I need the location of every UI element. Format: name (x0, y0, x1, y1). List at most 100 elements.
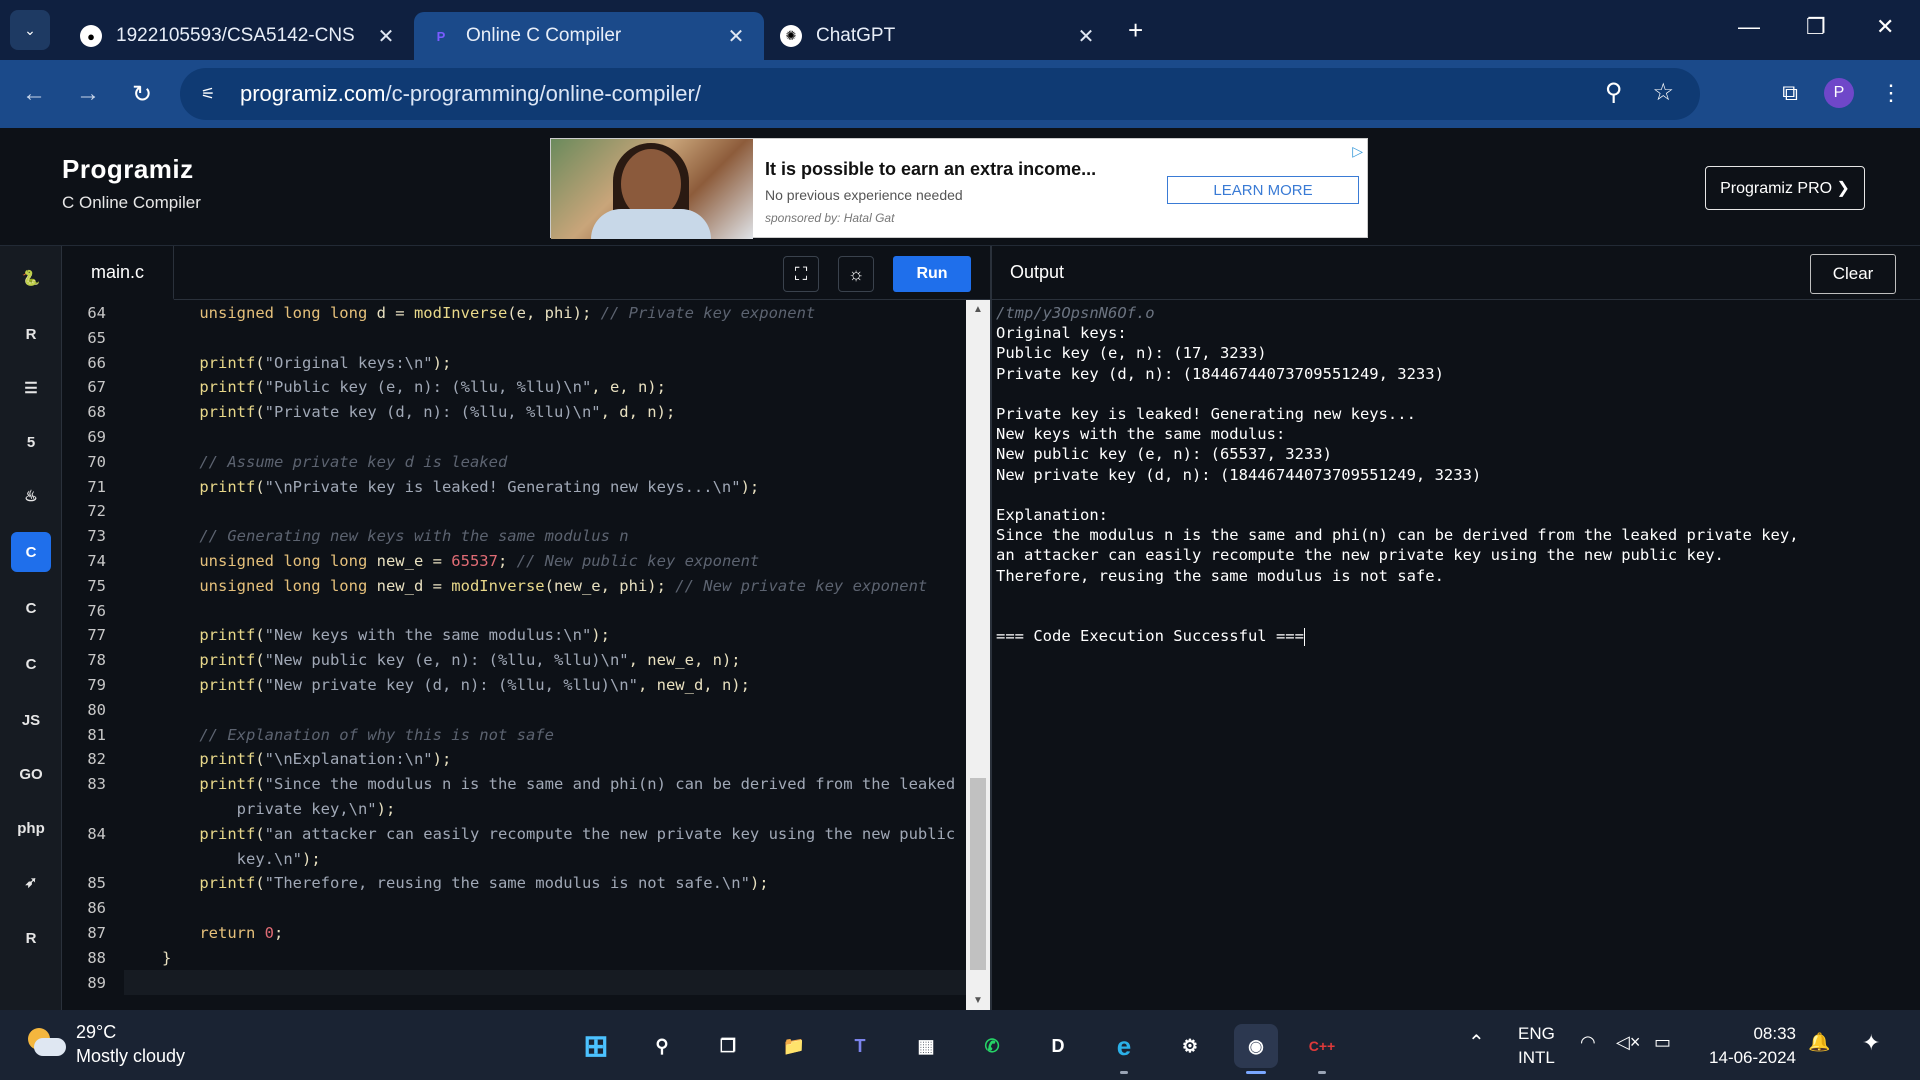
edge-icon[interactable]: e (1102, 1024, 1146, 1074)
panel-divider[interactable] (990, 246, 992, 1010)
line-number: 69 (87, 428, 106, 446)
restore-icon[interactable]: ❐ (1806, 14, 1826, 40)
ad-learn-more-button[interactable]: LEARN MORE (1167, 176, 1359, 204)
windows-start-icon[interactable]: ⊞ (574, 1024, 618, 1068)
tab-title: ChatGPT (816, 25, 896, 46)
new-tab-plus-icon[interactable]: + (1128, 15, 1143, 46)
output-line: an attacker can easily recompute the new… (996, 546, 1724, 565)
line-number: 79 (87, 676, 106, 694)
devcpp-icon[interactable]: C++ (1300, 1024, 1344, 1074)
weather-cloudy-icon[interactable] (26, 1028, 66, 1058)
editor-scrollbar[interactable]: ▲ ▼ (966, 300, 990, 1010)
tab-search-chevron-icon[interactable]: ⌄ (10, 10, 50, 50)
settings-app-icon[interactable]: ⚙ (1168, 1024, 1212, 1068)
text-caret (1303, 627, 1305, 646)
battery-icon[interactable]: ▭ (1654, 1032, 1671, 1053)
chevron-up-icon[interactable]: ⌃ (1468, 1030, 1485, 1055)
html-icon[interactable]: 5 (11, 422, 51, 462)
wifi-icon[interactable]: ◠ (1580, 1032, 1596, 1053)
python-icon[interactable]: 🐍 (11, 258, 51, 298)
speaker-muted-icon[interactable]: ◁× (1616, 1032, 1640, 1053)
file-explorer-icon[interactable]: 📁 (772, 1024, 816, 1068)
output-line: Public key (e, n): (17, 3233) (996, 344, 1267, 363)
file-tab-main-c[interactable]: main.c (62, 246, 174, 300)
window-close-icon[interactable]: ✕ (1876, 14, 1894, 40)
task-view-icon[interactable]: ❐ (706, 1024, 750, 1068)
line-number: 84 (87, 824, 106, 843)
whatsapp-icon[interactable]: ✆ (970, 1024, 1014, 1068)
rust-icon[interactable]: R (11, 918, 51, 958)
reload-icon[interactable]: ↻ (122, 80, 162, 109)
fullscreen-icon[interactable]: ⛶ (783, 256, 819, 292)
code-line: unsigned long long new_d = modInverse(ne… (162, 576, 928, 595)
scroll-down-arrow-icon[interactable]: ▼ (966, 995, 990, 1006)
adchoices-icon[interactable]: ▷ (1352, 143, 1363, 160)
swift-icon[interactable]: ➶ (11, 862, 51, 902)
chatgpt-icon: ✺ (780, 25, 802, 47)
programiz-pro-button[interactable]: Programiz PRO ❯ (1705, 166, 1865, 210)
language-code: ENG (1518, 1024, 1555, 1043)
system-clock[interactable]: 08:33 14-06-2024 (1700, 1022, 1796, 1070)
omnibox-actions: ⚲ ☆ (1605, 78, 1674, 107)
code-line: key.\n"); (162, 849, 321, 868)
tab-chatgpt[interactable]: ✺ ChatGPT ✕ (764, 12, 1114, 60)
c-icon[interactable]: C (11, 532, 51, 572)
php-icon[interactable]: php (11, 808, 51, 848)
r-icon[interactable]: R (11, 314, 51, 354)
compiler-subtitle: C Online Compiler (62, 193, 201, 212)
theme-toggle-sun-icon[interactable]: ☼ (838, 256, 874, 292)
close-icon[interactable]: ✕ (724, 24, 748, 49)
back-arrow-icon[interactable]: ← (14, 80, 54, 108)
dell-icon[interactable]: D (1036, 1024, 1080, 1068)
chrome-icon[interactable]: ◉ (1234, 1024, 1278, 1074)
ad-sponsor: sponsored by: Hatal Gat (765, 211, 895, 225)
scroll-up-arrow-icon[interactable]: ▲ (966, 304, 990, 315)
search-icon[interactable]: ⚲ (640, 1024, 684, 1068)
close-icon[interactable]: ✕ (1074, 24, 1098, 49)
output-console[interactable]: /tmp/y3OpsnN6Of.o Original keys: Public ke… (996, 300, 1916, 1010)
brand[interactable]: Programiz C Online Compiler (62, 154, 201, 213)
forward-arrow-icon[interactable]: → (68, 80, 108, 108)
weather-temperature[interactable]: 29°C (76, 1022, 116, 1043)
line-number: 77 (87, 626, 106, 645)
zoom-icon[interactable]: ⚲ (1605, 78, 1623, 107)
notification-bell-icon[interactable]: 🔔 (1808, 1032, 1830, 1053)
line-number: 71 (87, 477, 106, 496)
scrollbar-thumb[interactable] (970, 778, 986, 970)
output-line: Private key is leaked! Generating new ke… (996, 405, 1416, 423)
advertisement-banner[interactable]: It is possible to earn an extra income..… (550, 138, 1368, 239)
minimize-icon[interactable]: — (1738, 14, 1760, 40)
code-line: printf("\nPrivate key is leaked! Generat… (162, 477, 760, 496)
tab-github[interactable]: ● 1922105593/CSA5142-CNS ✕ (64, 12, 414, 60)
current-line-highlight (124, 970, 966, 995)
copilot-icon[interactable]: ✦ (1862, 1030, 1880, 1056)
url-path: /c-programming/online-compiler/ (385, 81, 701, 106)
js-icon[interactable]: JS (11, 700, 51, 740)
tab-online-c-compiler[interactable]: P Online C Compiler ✕ (414, 12, 764, 60)
site-info-icon[interactable]: ⚟ (190, 76, 226, 112)
teams-icon[interactable]: T (838, 1024, 882, 1068)
clear-button[interactable]: Clear (1810, 254, 1896, 294)
microsoft-store-icon[interactable]: ▦ (904, 1024, 948, 1068)
go-icon[interactable]: GO (11, 754, 51, 794)
code-editor[interactable]: 64 unsigned long long d = modInverse(e, … (62, 300, 966, 1010)
line-number: 74 (87, 552, 106, 570)
kebab-menu-icon[interactable]: ⋮ (1880, 80, 1902, 106)
weather-description[interactable]: Mostly cloudy (76, 1046, 185, 1067)
line-number: 75 (87, 576, 106, 595)
java-icon[interactable]: ♨ (11, 476, 51, 516)
sql-icon[interactable]: ☰ (11, 368, 51, 408)
csharp-icon[interactable]: C (11, 644, 51, 684)
cpp-icon[interactable]: C (11, 588, 51, 628)
bookmark-star-icon[interactable]: ☆ (1652, 78, 1674, 107)
extensions-icon[interactable]: ⧉ (1782, 80, 1798, 106)
run-button[interactable]: Run (893, 256, 971, 292)
code-line: printf("Private key (d, n): (%llu, %llu)… (162, 403, 676, 422)
browser-tab-strip: ⌄ ● 1922105593/CSA5142-CNS ✕ P Online C … (0, 0, 1920, 60)
close-icon[interactable]: ✕ (374, 24, 398, 49)
profile-avatar[interactable]: P (1824, 78, 1854, 108)
code-line: printf("New keys with the same modulus:\… (162, 626, 610, 645)
address-bar[interactable]: ⚟ programiz.com/c-programming/online-com… (180, 68, 1700, 120)
language-sidebar: 🐍 R ☰ 5 ♨ C C C JS GO php ➶ R (0, 246, 62, 1010)
language-indicator[interactable]: ENG INTL (1518, 1022, 1555, 1070)
